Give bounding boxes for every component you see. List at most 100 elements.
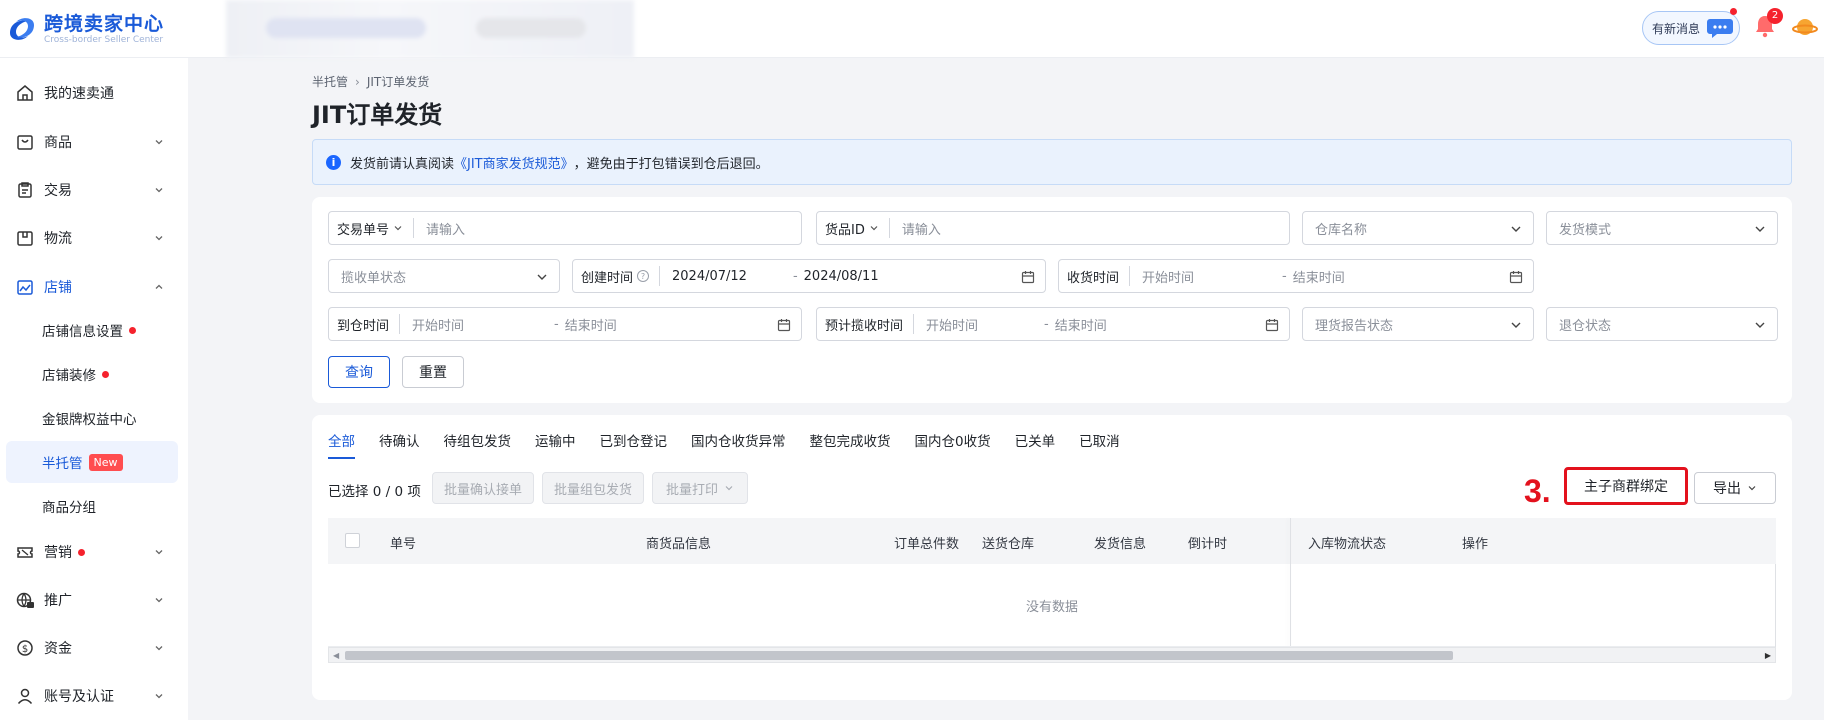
col-order-no: 单号 bbox=[390, 537, 417, 552]
tab-all[interactable]: 全部 bbox=[328, 433, 355, 461]
ship-mode-placeholder: 发货模式 bbox=[1559, 222, 1612, 238]
sidebar-item-logistics[interactable]: 物流 bbox=[6, 216, 178, 260]
sidebar-item-label: 店铺 bbox=[44, 280, 72, 296]
sidebar-subitem-label: 金银牌权益中心 bbox=[42, 412, 137, 428]
sidebar-item-label: 物流 bbox=[44, 231, 72, 247]
sidebar-item-account[interactable]: 账号及认证 bbox=[6, 674, 178, 718]
batch-confirm-button[interactable]: 批量确认接单 bbox=[432, 472, 534, 504]
receive-time-range[interactable]: 收货时间 开始时间 - 结束时间 bbox=[1058, 259, 1534, 293]
receive-end-input[interactable]: 结束时间 bbox=[1293, 267, 1345, 286]
ship-mode-select[interactable]: 发货模式 bbox=[1546, 211, 1778, 245]
goods-id-input[interactable]: 请输入 bbox=[890, 219, 941, 238]
col-countdown: 倒计时 bbox=[1188, 537, 1228, 552]
est-pickup-label: 预计揽收时间 bbox=[817, 314, 915, 334]
scroll-left-arrow-icon[interactable]: ◀ bbox=[333, 651, 339, 660]
table-right-border bbox=[1775, 564, 1776, 647]
trade-no-label: 交易单号 bbox=[337, 222, 390, 238]
est-pickup-start-input[interactable]: 开始时间 bbox=[914, 315, 978, 334]
planet-icon[interactable] bbox=[1792, 14, 1818, 40]
goods-id-type-select[interactable]: 货品ID bbox=[817, 218, 890, 238]
scrollbar-thumb[interactable] bbox=[345, 651, 1453, 660]
arrive-time-range[interactable]: 到仓时间 开始时间 - 结束时间 bbox=[328, 307, 802, 341]
notice-link[interactable]: 《JIT商家发货规范》 bbox=[454, 153, 574, 172]
sidebar-item-product[interactable]: 商品 bbox=[6, 120, 178, 164]
warehouse-select[interactable]: 仓库名称 bbox=[1302, 211, 1534, 245]
sidebar-subitem-store-decoration[interactable]: 店铺装修 bbox=[6, 353, 178, 395]
orders-panel: 全部 待确认 待组包发货 运输中 已到仓登记 国内仓收货异常 整包完成收货 国内… bbox=[312, 415, 1792, 700]
receive-start-input[interactable]: 开始时间 bbox=[1130, 267, 1194, 286]
sidebar-item-funds[interactable]: $ 资金 bbox=[6, 626, 178, 670]
range-separator: - bbox=[1044, 316, 1049, 332]
logo[interactable]: 跨境卖家中心 Cross-border Seller Center bbox=[6, 8, 164, 50]
red-dot bbox=[129, 326, 136, 334]
receive-time-label: 收货时间 bbox=[1059, 266, 1131, 286]
horizontal-scrollbar[interactable]: ◀ ▶ bbox=[328, 647, 1776, 663]
tab-pending-confirm[interactable]: 待确认 bbox=[379, 433, 420, 461]
created-end-date[interactable]: 2024/08/11 bbox=[804, 269, 879, 284]
trade-no-input[interactable]: 请输入 bbox=[414, 219, 465, 238]
sidebar-subitem-semi-managed[interactable]: 半托管 New bbox=[6, 441, 178, 483]
svg-text:$: $ bbox=[22, 644, 28, 655]
chevron-down-icon bbox=[1755, 226, 1765, 232]
trade-no-type-select[interactable]: 交易单号 bbox=[329, 218, 415, 238]
sidebar-item-label: 资金 bbox=[44, 641, 72, 657]
chevron-down-icon bbox=[155, 694, 163, 699]
trade-no-filter[interactable]: 交易单号 请输入 bbox=[328, 211, 802, 245]
box-icon bbox=[17, 231, 33, 246]
sidebar-subitem-label: 商品分组 bbox=[42, 500, 96, 516]
tab-cancelled[interactable]: 已取消 bbox=[1079, 433, 1120, 461]
breadcrumb: 半托管 › JIT订单发货 bbox=[312, 73, 429, 90]
tab-arrived[interactable]: 已到仓登记 bbox=[600, 433, 668, 461]
sidebar-item-trade[interactable]: 交易 bbox=[6, 168, 178, 212]
notice-text-after: ，避免由于打包错误到仓后退回。 bbox=[573, 156, 769, 172]
sidebar-item-home[interactable]: 我的速卖通 bbox=[6, 71, 178, 115]
new-tag: New bbox=[88, 453, 123, 471]
goods-id-filter[interactable]: 货品ID 请输入 bbox=[816, 211, 1290, 245]
sidebar-item-promotion[interactable]: 推广 bbox=[6, 578, 178, 622]
pickup-status-placeholder: 揽收单状态 bbox=[341, 270, 407, 286]
chevron-down-icon bbox=[1511, 322, 1521, 328]
notice-banner: i 发货前请认真阅读 《JIT商家发货规范》 ，避免由于打包错误到仓后退回。 bbox=[312, 139, 1792, 185]
sidebar-subitem-medal-center[interactable]: 金银牌权益中心 bbox=[6, 397, 178, 439]
est-pickup-end-input[interactable]: 结束时间 bbox=[1055, 315, 1107, 334]
new-message-button[interactable]: 有新消息 bbox=[1642, 11, 1740, 45]
help-icon[interactable]: ? bbox=[637, 270, 650, 282]
report-status-select[interactable]: 理货报告状态 bbox=[1302, 307, 1534, 341]
sidebar-item-label: 推广 bbox=[44, 593, 72, 609]
created-start-date[interactable]: 2024/07/12 bbox=[660, 269, 747, 284]
tab-in-transit[interactable]: 运输中 bbox=[535, 433, 576, 461]
reset-button[interactable]: 重置 bbox=[402, 356, 464, 388]
sidebar-subitem-store-info[interactable]: 店铺信息设置 bbox=[6, 309, 178, 351]
col-goods-info: 商货品信息 bbox=[646, 537, 712, 552]
bind-group-button[interactable]: 主子商群绑定 bbox=[1564, 467, 1688, 505]
chevron-down-icon bbox=[155, 236, 163, 241]
tab-zero-received[interactable]: 国内仓0收货 bbox=[915, 433, 991, 461]
batch-pack-button[interactable]: 批量组包发货 bbox=[542, 472, 644, 504]
chevron-down-icon bbox=[1748, 486, 1756, 491]
sidebar-item-store[interactable]: 店铺 bbox=[6, 265, 178, 309]
batch-print-button[interactable]: 批量打印 bbox=[652, 472, 748, 504]
tab-closed[interactable]: 已关单 bbox=[1015, 433, 1056, 461]
arrive-end-input[interactable]: 结束时间 bbox=[565, 315, 617, 334]
calendar-icon bbox=[777, 319, 791, 332]
tab-full-received[interactable]: 整包完成收货 bbox=[810, 433, 891, 461]
pickup-status-select[interactable]: 揽收单状态 bbox=[328, 259, 560, 293]
scroll-right-arrow-icon[interactable]: ▶ bbox=[1765, 651, 1771, 660]
return-status-select[interactable]: 退仓状态 bbox=[1546, 307, 1778, 341]
created-time-label: 创建时间 ? bbox=[573, 266, 661, 286]
export-button[interactable]: 导出 bbox=[1694, 472, 1776, 504]
chevron-down-icon bbox=[870, 226, 878, 231]
sidebar-subitem-product-group[interactable]: 商品分组 bbox=[6, 485, 178, 527]
query-button[interactable]: 查询 bbox=[328, 356, 390, 388]
tab-pending-pack[interactable]: 待组包发货 bbox=[444, 433, 512, 461]
sidebar-item-marketing[interactable]: 营销 bbox=[6, 530, 178, 574]
est-pickup-time-range[interactable]: 预计揽收时间 开始时间 - 结束时间 bbox=[816, 307, 1290, 341]
created-time-range[interactable]: 创建时间 ? 2024/07/12 - 2024/08/11 bbox=[572, 259, 1046, 293]
red-dot bbox=[78, 548, 85, 556]
warehouse-placeholder: 仓库名称 bbox=[1315, 222, 1368, 238]
arrive-start-input[interactable]: 开始时间 bbox=[400, 315, 464, 334]
logo-title: 跨境卖家中心 bbox=[44, 12, 165, 35]
tab-receive-exception[interactable]: 国内仓收货异常 bbox=[691, 433, 786, 461]
select-all-checkbox[interactable] bbox=[345, 533, 360, 548]
breadcrumb-parent[interactable]: 半托管 bbox=[312, 73, 348, 90]
